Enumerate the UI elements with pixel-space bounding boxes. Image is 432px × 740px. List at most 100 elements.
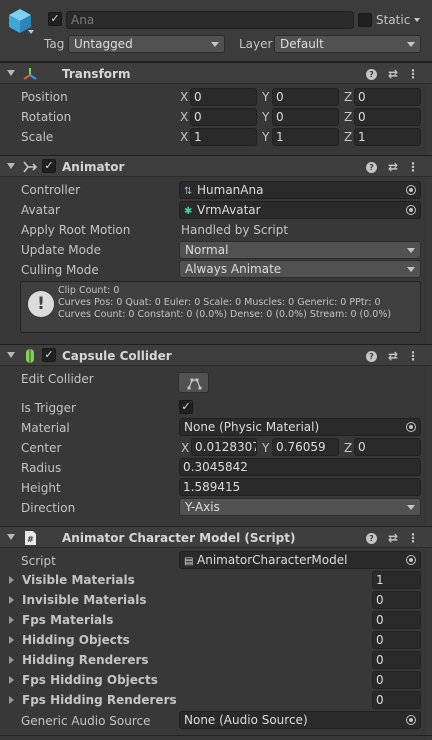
foldout-arrow-icon[interactable] bbox=[7, 534, 15, 540]
center-y-field[interactable]: 0.76059 bbox=[272, 438, 339, 456]
axis-x-label: X bbox=[180, 90, 189, 104]
fps-materials-size[interactable]: 0 bbox=[372, 611, 421, 629]
foldout-arrow-icon[interactable] bbox=[9, 616, 14, 624]
info-exclamation-icon: ! bbox=[28, 291, 54, 317]
invisible-materials-label[interactable]: Invisible Materials bbox=[22, 592, 147, 608]
update-mode-value: Normal bbox=[185, 243, 229, 257]
tag-dropdown[interactable]: Untagged bbox=[68, 35, 225, 53]
hidding-renderers-size[interactable]: 0 bbox=[372, 651, 421, 669]
axis-y-label: Y bbox=[262, 90, 270, 104]
object-picker-icon[interactable] bbox=[406, 422, 416, 432]
object-name-input[interactable]: Ana bbox=[66, 11, 354, 29]
static-checkbox[interactable] bbox=[358, 13, 372, 27]
object-picker-icon[interactable] bbox=[406, 185, 416, 195]
axis-y-label: Y bbox=[262, 110, 270, 124]
chevron-down-icon bbox=[407, 505, 415, 510]
info-line-curves-count: Curves Count: 0 Constant: 0 (0.0%) Dense… bbox=[58, 309, 392, 320]
context-menu-icon[interactable]: ⋮ bbox=[406, 159, 420, 175]
generic-audio-source-field[interactable]: None (Audio Source) bbox=[179, 711, 421, 729]
object-header: ✓ Ana Static Tag Untagged Layer Default bbox=[0, 0, 432, 62]
context-menu-icon[interactable]: ⋮ bbox=[406, 530, 420, 546]
axis-y-label: Y bbox=[262, 441, 270, 455]
direction-dropdown[interactable]: Y-Axis bbox=[179, 498, 421, 516]
visible-materials-size[interactable]: 1 bbox=[372, 571, 421, 589]
radius-label: Radius bbox=[21, 461, 62, 475]
help-icon[interactable]: ? bbox=[366, 69, 377, 80]
preset-settings-icon[interactable]: ⇄ bbox=[386, 66, 400, 82]
hidding-renderers-label[interactable]: Hidding Renderers bbox=[22, 652, 149, 668]
animator-enabled-checkbox[interactable]: ✓ bbox=[42, 159, 56, 173]
update-mode-dropdown[interactable]: Normal bbox=[179, 241, 421, 259]
height-field[interactable]: 1.589415 bbox=[179, 478, 421, 496]
active-checkbox[interactable]: ✓ bbox=[48, 12, 62, 26]
preset-settings-icon[interactable]: ⇄ bbox=[386, 530, 400, 546]
hidding-objects-label[interactable]: Hidding Objects bbox=[22, 632, 130, 648]
position-z-field[interactable]: 0 bbox=[354, 88, 421, 106]
axis-z-label: Z bbox=[344, 110, 353, 124]
rotation-x-field[interactable]: 0 bbox=[190, 108, 257, 126]
radius-field[interactable]: 0.3045842 bbox=[179, 458, 421, 476]
foldout-arrow-icon[interactable] bbox=[7, 163, 15, 169]
capsule-collider-header[interactable]: ✓ Capsule Collider ? ⇄ ⋮ bbox=[0, 344, 432, 366]
static-dropdown-arrow-icon[interactable] bbox=[414, 18, 420, 22]
avatar-icon: ✱ bbox=[184, 206, 193, 217]
foldout-arrow-icon[interactable] bbox=[9, 576, 14, 584]
is-trigger-label: Is Trigger bbox=[21, 401, 76, 415]
foldout-arrow-icon[interactable] bbox=[9, 676, 14, 684]
capsule-enabled-checkbox[interactable]: ✓ bbox=[42, 348, 56, 362]
visible-materials-label[interactable]: Visible Materials bbox=[22, 572, 135, 588]
fps-hidding-objects-label[interactable]: Fps Hidding Objects bbox=[22, 672, 158, 688]
animator-header[interactable]: ✓ Animator ? ⇄ ⋮ bbox=[0, 155, 432, 177]
transform-header[interactable]: Transform ? ⇄ ⋮ bbox=[0, 62, 432, 84]
object-picker-icon[interactable] bbox=[406, 715, 416, 725]
invisible-materials-size[interactable]: 0 bbox=[372, 591, 421, 609]
material-field[interactable]: None (Physic Material) bbox=[179, 418, 421, 436]
axis-y-label: Y bbox=[262, 130, 270, 144]
help-icon[interactable]: ? bbox=[366, 351, 377, 362]
context-menu-icon[interactable]: ⋮ bbox=[406, 66, 420, 82]
help-icon[interactable]: ? bbox=[366, 533, 377, 544]
culling-mode-dropdown[interactable]: Always Animate bbox=[179, 260, 421, 278]
preset-settings-icon[interactable]: ⇄ bbox=[386, 348, 400, 364]
animator-character-model-header[interactable]: # Animator Character Model (Script) ? ⇄ … bbox=[0, 526, 432, 548]
context-menu-icon[interactable]: ⋮ bbox=[406, 348, 420, 364]
center-x-field[interactable]: 0.0128307 bbox=[191, 438, 257, 456]
preset-settings-icon[interactable]: ⇄ bbox=[386, 159, 400, 175]
foldout-arrow-icon[interactable] bbox=[7, 70, 15, 76]
rotation-z-field[interactable]: 0 bbox=[354, 108, 421, 126]
animator-icon bbox=[23, 161, 38, 173]
height-label: Height bbox=[21, 481, 61, 495]
object-picker-icon[interactable] bbox=[406, 555, 416, 565]
hidding-objects-size[interactable]: 0 bbox=[372, 631, 421, 649]
foldout-arrow-icon[interactable] bbox=[7, 352, 15, 358]
fps-materials-label[interactable]: Fps Materials bbox=[22, 612, 113, 628]
scale-x-field[interactable]: 1 bbox=[190, 128, 257, 146]
object-picker-icon[interactable] bbox=[406, 205, 416, 215]
script-field[interactable]: ▤ AnimatorCharacterModel bbox=[179, 551, 421, 569]
foldout-arrow-icon[interactable] bbox=[9, 656, 14, 664]
transform-axes-icon bbox=[23, 68, 37, 80]
center-z-field[interactable]: 0 bbox=[354, 438, 421, 456]
layer-dropdown[interactable]: Default bbox=[274, 35, 421, 53]
scale-z-field[interactable]: 1 bbox=[354, 128, 421, 146]
foldout-arrow-icon[interactable] bbox=[9, 596, 14, 604]
edit-collider-button[interactable] bbox=[178, 372, 209, 393]
is-trigger-checkbox[interactable]: ✓ bbox=[179, 400, 193, 414]
rotation-y-field[interactable]: 0 bbox=[272, 108, 339, 126]
apply-root-motion-value: Handled by Script bbox=[181, 223, 289, 237]
icon-dropdown-arrow-icon[interactable] bbox=[28, 30, 34, 34]
scale-y-field[interactable]: 1 bbox=[272, 128, 339, 146]
foldout-arrow-icon[interactable] bbox=[9, 696, 14, 704]
controller-label: Controller bbox=[21, 183, 81, 197]
controller-field[interactable]: ⇅ HumanAna bbox=[179, 181, 421, 199]
fps-hidding-renderers-size[interactable]: 0 bbox=[372, 691, 421, 709]
fps-hidding-objects-size[interactable]: 0 bbox=[372, 671, 421, 689]
avatar-field[interactable]: ✱ VrmAvatar bbox=[179, 201, 421, 219]
position-y-field[interactable]: 0 bbox=[272, 88, 339, 106]
foldout-arrow-icon[interactable] bbox=[9, 636, 14, 644]
axis-z-label: Z bbox=[344, 441, 353, 455]
help-icon[interactable]: ? bbox=[366, 162, 377, 173]
generic-audio-source-value: None (Audio Source) bbox=[184, 713, 308, 727]
position-x-field[interactable]: 0 bbox=[190, 88, 257, 106]
fps-hidding-renderers-label[interactable]: Fps Hidding Renderers bbox=[22, 692, 177, 708]
